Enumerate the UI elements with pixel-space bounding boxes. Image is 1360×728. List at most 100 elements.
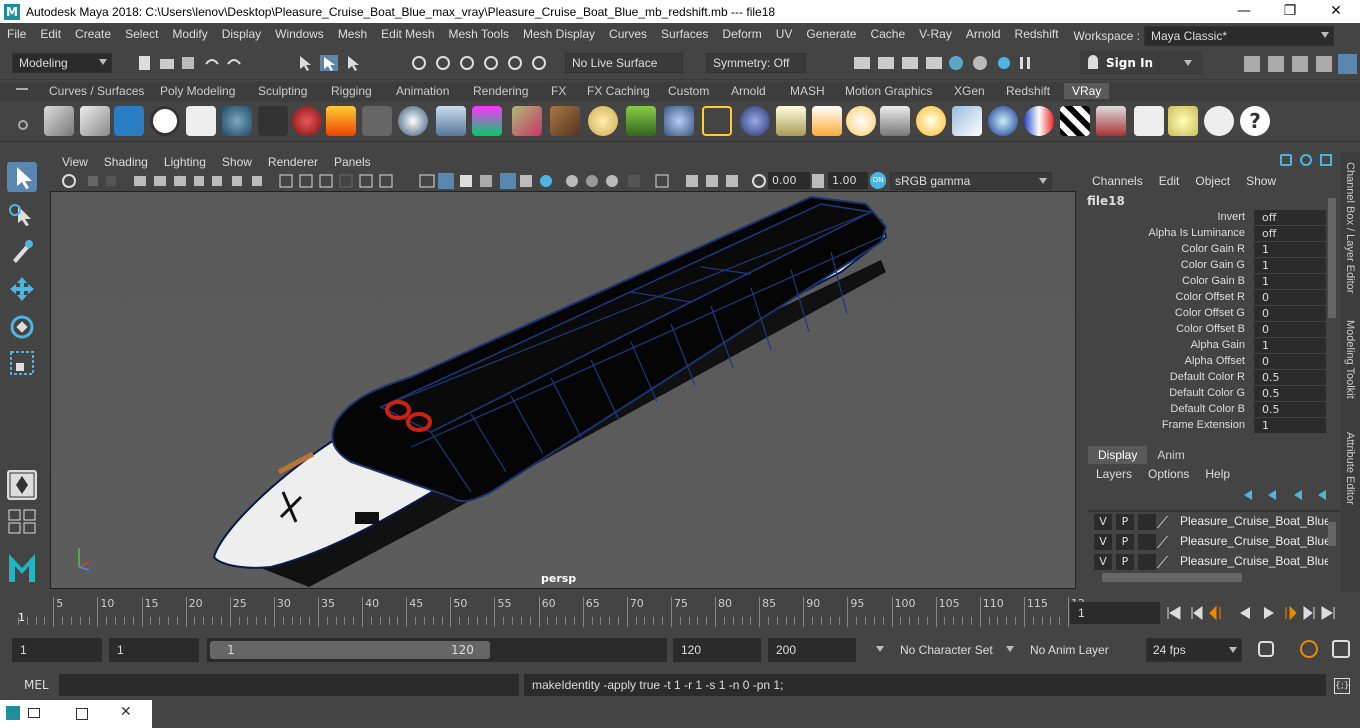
shelf-sphere-icon[interactable]	[398, 106, 428, 136]
tab-sculpting[interactable]: Sculpting	[258, 84, 307, 98]
tab-motion-graphics[interactable]: Motion Graphics	[845, 84, 932, 98]
attr-value[interactable]: 0.5	[1254, 370, 1326, 385]
layer-display-type-toggle[interactable]	[1138, 514, 1156, 530]
attr-row[interactable]: Color Gain R 1	[1084, 242, 1340, 258]
anim-start-field[interactable]: 1	[109, 638, 199, 662]
chevron-down-icon[interactable]	[876, 646, 884, 652]
shelf-vray-render-icon[interactable]	[80, 106, 110, 136]
tab-xgen[interactable]: XGen	[954, 84, 985, 98]
anim-layer-dropdown[interactable]: No Anim Layer	[1022, 638, 1130, 662]
menu-redshift[interactable]: Redshift	[1008, 27, 1066, 41]
maximize-button[interactable]: ❐	[1267, 0, 1313, 23]
layer-display-type-toggle[interactable]	[1138, 554, 1156, 570]
menu-vray[interactable]: V-Ray	[912, 27, 959, 41]
shelf-vray-settings-icon[interactable]	[44, 106, 74, 136]
shelf-render-view-icon[interactable]	[1096, 106, 1126, 136]
script-language-label[interactable]: MEL	[24, 678, 49, 692]
fps-dropdown[interactable]: 24 fps	[1146, 638, 1242, 662]
shelf-ipr-icon[interactable]	[222, 106, 252, 136]
attr-value[interactable]: 1	[1254, 258, 1326, 273]
minimized-window[interactable]: ✕	[0, 700, 152, 728]
menu-windows[interactable]: Windows	[268, 27, 331, 41]
layer-row[interactable]: V P Pleasure_Cruise_Boat_Blue_l	[1090, 532, 1328, 551]
attr-value[interactable]: 1	[1254, 418, 1326, 433]
select-mode-icons[interactable]	[296, 54, 366, 72]
shelf-omni-light-icon[interactable]	[846, 106, 876, 136]
attr-value[interactable]: 0	[1254, 306, 1326, 321]
attr-row[interactable]: Alpha Gain 1	[1084, 338, 1340, 354]
paint-select-tool-icon[interactable]	[7, 236, 37, 266]
menu-mesh-tools[interactable]: Mesh Tools	[442, 27, 516, 41]
color-management-toggle-icon[interactable]: ON	[870, 172, 886, 189]
attr-row[interactable]: Frame Extension 1	[1084, 418, 1340, 434]
side-tab-channel-box[interactable]: Channel Box / Layer Editor	[1344, 162, 1356, 293]
viewport-menu-view[interactable]: View	[54, 155, 96, 169]
attr-row[interactable]: Invert off	[1084, 210, 1340, 226]
script-editor-icon[interactable]: {;}	[1334, 678, 1350, 694]
layers-menu-options[interactable]: Options	[1148, 467, 1189, 481]
attr-value[interactable]: 0.5	[1254, 402, 1326, 417]
attribute-editor-icon[interactable]	[1300, 154, 1312, 166]
shelf-fur-icon[interactable]	[626, 106, 656, 136]
tab-custom[interactable]: Custom	[668, 84, 709, 98]
four-pane-layout-icon[interactable]	[7, 508, 37, 534]
attr-row[interactable]: Color Gain B 1	[1084, 274, 1340, 290]
chevron-down-icon[interactable]	[1006, 646, 1014, 652]
shelf-dome-icon[interactable]	[588, 106, 618, 136]
cb-menu-channels[interactable]: Channels	[1092, 174, 1143, 188]
shelf-sphere-light-icon[interactable]	[740, 106, 770, 136]
shelf-log-icon[interactable]	[186, 106, 216, 136]
layers-menu-help[interactable]: Help	[1205, 467, 1230, 481]
attr-row[interactable]: Alpha Offset 0	[1084, 354, 1340, 370]
attr-row[interactable]: Alpha Is Luminance off	[1084, 226, 1340, 242]
file-tools-icons[interactable]	[136, 54, 246, 72]
menu-modify[interactable]: Modify	[165, 27, 214, 41]
render-icons[interactable]	[852, 54, 1037, 72]
menu-mesh[interactable]: Mesh	[331, 27, 374, 41]
move-tool-icon[interactable]	[7, 274, 37, 304]
layer-display-type-toggle[interactable]	[1138, 534, 1156, 550]
tab-mash[interactable]: MASH	[790, 84, 825, 98]
attr-value[interactable]: 1	[1254, 242, 1326, 257]
close-icon[interactable]: ✕	[120, 704, 132, 720]
viewport-menu-show[interactable]: Show	[214, 155, 260, 169]
tab-display[interactable]: Display	[1088, 446, 1148, 464]
shelf-gradient-icon[interactable]	[472, 106, 502, 136]
layer-hscrollbar[interactable]	[1102, 573, 1242, 582]
tab-fx-caching[interactable]: FX Caching	[587, 84, 650, 98]
gear-icon[interactable]	[18, 120, 28, 130]
shelf-material-icon[interactable]	[292, 106, 322, 136]
workspace-dropdown[interactable]: Maya Classic*	[1144, 25, 1334, 46]
command-input[interactable]	[59, 674, 519, 696]
shelf-mesh-icon[interactable]	[362, 106, 392, 136]
tab-poly-modeling[interactable]: Poly Modeling	[160, 84, 235, 98]
attr-row[interactable]: Default Color R 0.5	[1084, 370, 1340, 386]
attr-row[interactable]: Default Color B 0.5	[1084, 402, 1340, 418]
attr-row[interactable]: Color Offset G 0	[1084, 306, 1340, 322]
side-tab-modeling-toolkit[interactable]: Modeling Toolkit	[1344, 320, 1356, 399]
cb-menu-edit[interactable]: Edit	[1159, 174, 1180, 188]
shelf-fire-icon[interactable]	[326, 106, 356, 136]
layer-name[interactable]: Pleasure_Cruise_Boat_Blue_l	[1180, 554, 1328, 568]
shelf-texture-icon[interactable]	[550, 106, 580, 136]
panel-toggle-icons[interactable]	[1242, 54, 1357, 74]
attr-row[interactable]: Color Offset B 0	[1084, 322, 1340, 338]
attr-value[interactable]: 0.5	[1254, 386, 1326, 401]
attr-value[interactable]: 0	[1254, 322, 1326, 337]
select-tool-icon[interactable]	[7, 162, 37, 192]
shelf-decal-icon[interactable]	[702, 106, 732, 136]
range-slider-handle[interactable]	[210, 641, 490, 659]
single-pane-layout-icon[interactable]	[7, 470, 37, 500]
time-slider[interactable]: 1 5 10 15 20 25 30 35 40 45 50 55 60 65 70 75 80 85 90 95 1…	[12, 597, 1085, 629]
menu-surfaces[interactable]: Surfaces	[654, 27, 715, 41]
rotate-tool-icon[interactable]	[7, 312, 37, 342]
shelf-bulb-icon[interactable]	[1168, 106, 1198, 136]
cb-menu-show[interactable]: Show	[1246, 174, 1276, 188]
attr-row[interactable]: Default Color G 0.5	[1084, 386, 1340, 402]
playback-controls[interactable]	[1166, 604, 1336, 622]
shelf-vfb-icon[interactable]	[114, 106, 144, 136]
attr-value[interactable]: off	[1254, 226, 1326, 241]
layers-menu-layers[interactable]: Layers	[1096, 467, 1132, 481]
tab-rendering[interactable]: Rendering	[473, 84, 528, 98]
layer-playback-toggle[interactable]: P	[1116, 554, 1134, 570]
